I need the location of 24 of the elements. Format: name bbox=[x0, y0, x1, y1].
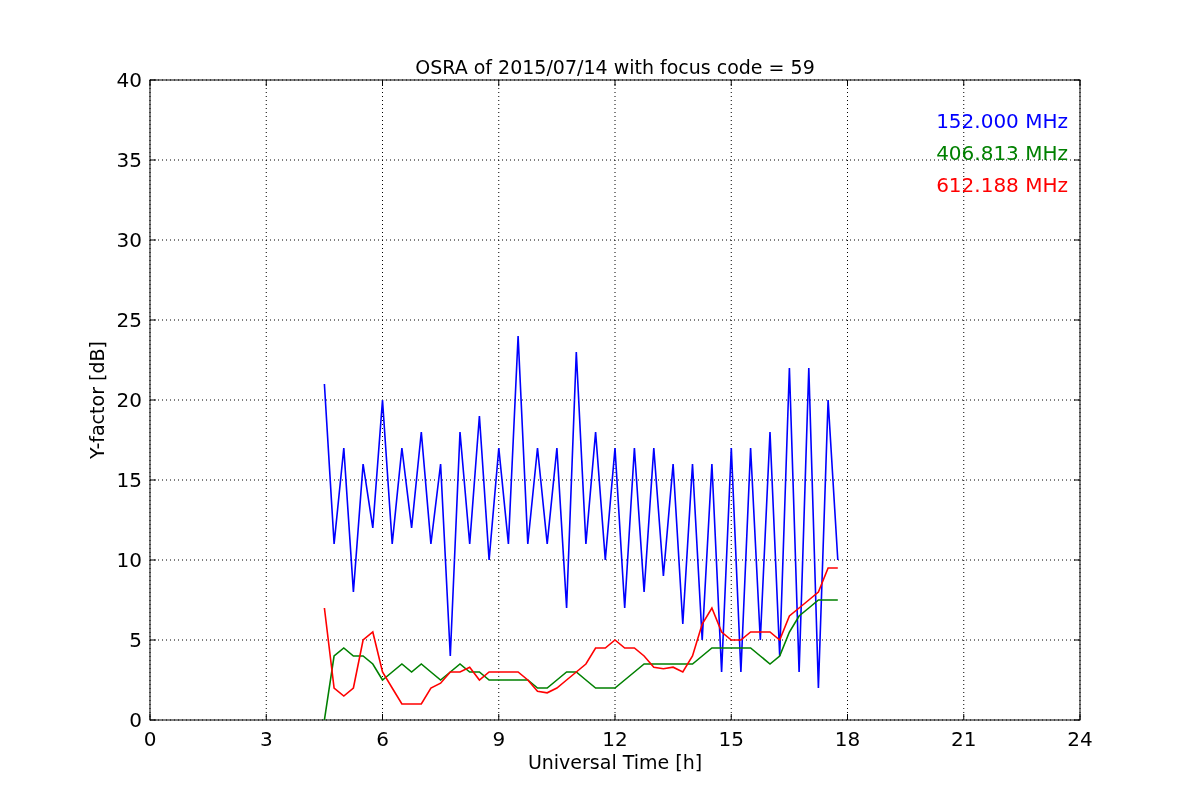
tick-label: 15 bbox=[116, 468, 142, 492]
legend-label: 406.813 MHz bbox=[936, 141, 1068, 165]
tick-label: 20 bbox=[116, 388, 142, 412]
tick-label: 0 bbox=[129, 708, 142, 732]
tick-label: 35 bbox=[116, 148, 142, 172]
tick-label: 6 bbox=[376, 727, 389, 751]
tick-label: 5 bbox=[129, 628, 142, 652]
tick-label: 21 bbox=[951, 727, 977, 751]
tick-label: 15 bbox=[718, 727, 744, 751]
tick-label: 12 bbox=[602, 727, 628, 751]
y-axis-label: Y-factor [dB] bbox=[86, 341, 108, 459]
tick-label: 0 bbox=[143, 727, 157, 751]
tick-label: 9 bbox=[492, 727, 506, 751]
tick-label: 24 bbox=[1067, 727, 1093, 751]
tick-label: 30 bbox=[116, 228, 142, 252]
tick-label: 3 bbox=[259, 727, 273, 751]
legend-label: 612.188 MHz bbox=[936, 173, 1068, 197]
tick-label: 18 bbox=[834, 727, 861, 751]
tick-label: 25 bbox=[116, 308, 142, 332]
legend-label: 152.000 MHz bbox=[936, 109, 1068, 133]
tick-label: 10 bbox=[116, 548, 142, 572]
x-axis-label: Universal Time [h] bbox=[527, 751, 703, 773]
chart-title: OSRA of 2015/07/14 with focus code = 59 bbox=[415, 56, 815, 78]
tick-label: 40 bbox=[116, 68, 142, 92]
